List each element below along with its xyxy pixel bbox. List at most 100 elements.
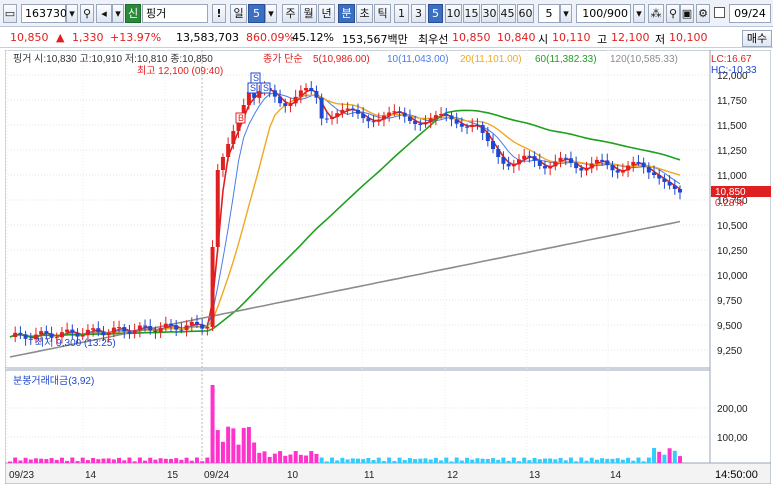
- bid-price: 10,840: [497, 31, 536, 44]
- alert-icon[interactable]: !: [212, 4, 226, 23]
- volume-bar: [85, 460, 90, 463]
- volume-bar: [111, 459, 116, 463]
- volume-bar: [96, 459, 101, 463]
- hc-label: HC:-10.33: [711, 65, 757, 76]
- interval-15-button[interactable]: 15: [463, 4, 480, 23]
- interval-60-button[interactable]: 60: [517, 4, 534, 23]
- candle-body: [626, 165, 631, 171]
- volume-bar: [143, 460, 148, 463]
- candle-body: [433, 115, 438, 119]
- date-display[interactable]: 09/24: [729, 4, 771, 23]
- period-day-value[interactable]: 5: [248, 4, 265, 23]
- candle-body: [636, 161, 641, 163]
- period-minute-button[interactable]: 분: [338, 4, 355, 23]
- price-chart[interactable]: 12,00011,75011,50011,25011,00010,75010,5…: [5, 50, 771, 484]
- period-month-button[interactable]: 월: [300, 4, 317, 23]
- volume-bar: [594, 459, 599, 463]
- volume-bar: [319, 457, 324, 463]
- search-icon[interactable]: ⚲: [80, 4, 94, 23]
- volume-bar: [54, 459, 59, 463]
- history-dropdown-icon[interactable]: ▾: [112, 4, 124, 23]
- volume-bar: [194, 457, 199, 463]
- gear-icon[interactable]: ⚙: [696, 4, 710, 23]
- turnover-percent: 45.12%: [292, 31, 334, 44]
- stock-name-field[interactable]: 핑거: [142, 4, 208, 23]
- candle-body: [454, 119, 459, 124]
- candle-body: [96, 328, 101, 333]
- volume-bar: [345, 459, 350, 463]
- svg-text:S: S: [263, 83, 269, 93]
- period-dropdown-icon[interactable]: ▾: [265, 4, 277, 23]
- volume-bar: [465, 457, 470, 463]
- interval-dropdown-icon[interactable]: ▾: [560, 4, 572, 23]
- volume-bar: [153, 459, 158, 463]
- volume-bar: [231, 428, 236, 463]
- candle-body: [376, 119, 381, 122]
- candle-body: [553, 161, 558, 167]
- date-checkbox[interactable]: [714, 7, 725, 18]
- candle-body: [278, 96, 283, 104]
- volume-tick-label: 200,00: [717, 404, 748, 415]
- count-display[interactable]: 100/900: [576, 4, 631, 23]
- volume-bar: [361, 459, 366, 463]
- candle-body: [220, 157, 225, 170]
- interval-30-button[interactable]: 30: [481, 4, 498, 23]
- interval-3-button[interactable]: 3: [411, 4, 426, 23]
- buy-button[interactable]: 매수: [742, 30, 772, 47]
- candle-body: [496, 149, 501, 157]
- interval-5-button[interactable]: 5: [428, 4, 443, 23]
- volume-bar: [439, 460, 444, 463]
- interval-45-button[interactable]: 45: [499, 4, 516, 23]
- price-tick-label: 11,750: [717, 96, 747, 107]
- history-icon[interactable]: ◂: [96, 4, 112, 23]
- indicator-icon[interactable]: ⁂: [648, 4, 664, 23]
- volume-bar: [252, 442, 257, 463]
- volume-bar: [39, 458, 44, 463]
- period-week-button[interactable]: 주: [282, 4, 299, 23]
- date-tick-label: 12: [447, 470, 459, 481]
- candle-body: [392, 111, 397, 113]
- interval-10-button[interactable]: 10: [445, 4, 462, 23]
- count-dropdown-icon[interactable]: ▾: [633, 4, 645, 23]
- candle-body: [283, 103, 288, 106]
- candle-body: [620, 170, 625, 173]
- period-day-button[interactable]: 일: [230, 4, 247, 23]
- period-second-button[interactable]: 초: [356, 4, 373, 23]
- volume-bar: [574, 461, 579, 463]
- volume-bar: [350, 458, 355, 463]
- candle-body: [246, 92, 251, 105]
- interval-1-button[interactable]: 1: [394, 4, 409, 23]
- volume-bar: [605, 458, 610, 463]
- volume-bar: [8, 461, 12, 463]
- volume-bar: [387, 457, 392, 463]
- svg-text:B: B: [238, 113, 244, 123]
- date-tick-label: 13: [529, 470, 541, 481]
- candle-body: [158, 327, 163, 333]
- candle-body: [568, 158, 573, 163]
- price-tick-label: 10,000: [717, 271, 748, 282]
- save-icon[interactable]: ▣: [680, 4, 694, 23]
- candle-body: [657, 175, 662, 179]
- volume-bar: [433, 457, 438, 463]
- zoom-icon[interactable]: ⚲: [666, 4, 680, 23]
- candle-body: [491, 141, 496, 149]
- candle-body: [641, 162, 646, 168]
- candle-body: [407, 116, 412, 121]
- candle-body: [527, 155, 532, 157]
- period-year-button[interactable]: 년: [318, 4, 335, 23]
- candle-body: [631, 161, 636, 166]
- volume-bar: [220, 441, 225, 463]
- candle-body: [662, 178, 667, 182]
- candle-body: [615, 170, 620, 173]
- candle-body: [397, 111, 402, 113]
- low-price: 10,100: [669, 31, 708, 44]
- stock-code-input[interactable]: 163730: [21, 4, 67, 23]
- volume-bar: [75, 461, 80, 463]
- candle-body: [91, 328, 96, 330]
- candle-body: [371, 121, 376, 123]
- date-axis-panel: [5, 462, 771, 484]
- code-dropdown-icon[interactable]: ▾: [66, 4, 78, 23]
- interval-value-input[interactable]: 5: [538, 4, 560, 23]
- window-icon[interactable]: ▭: [3, 4, 17, 23]
- period-tick-button[interactable]: 틱: [374, 4, 391, 23]
